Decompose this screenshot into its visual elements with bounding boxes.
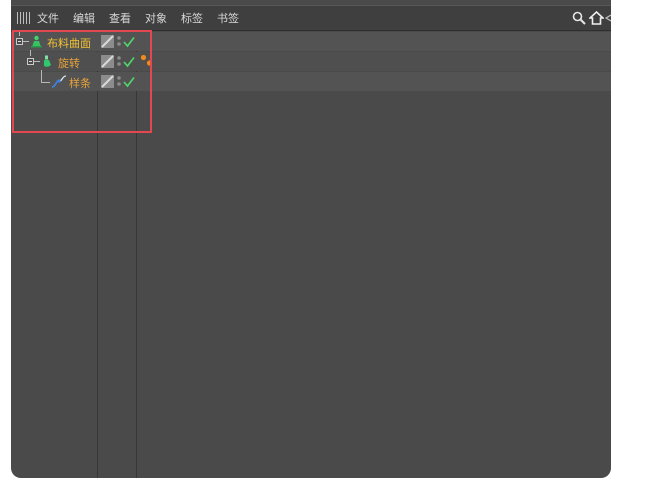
grip-icon[interactable] <box>17 12 31 24</box>
menu-object[interactable]: 对象 <box>145 10 167 26</box>
menu-view[interactable]: 查看 <box>109 10 131 26</box>
home-icon[interactable] <box>589 11 604 25</box>
highlight-box <box>12 30 152 133</box>
search-icon[interactable] <box>572 11 586 25</box>
menu-edit[interactable]: 编辑 <box>73 10 95 26</box>
menu-bar: 文件 编辑 查看 对象 标签 书签 <box>11 5 611 31</box>
menu-tools <box>572 6 611 30</box>
menu-bookmarks[interactable]: 书签 <box>217 10 239 26</box>
menu-tags[interactable]: 标签 <box>181 10 203 26</box>
menu-file[interactable]: 文件 <box>37 10 59 26</box>
back-arrow-icon[interactable] <box>605 11 611 25</box>
